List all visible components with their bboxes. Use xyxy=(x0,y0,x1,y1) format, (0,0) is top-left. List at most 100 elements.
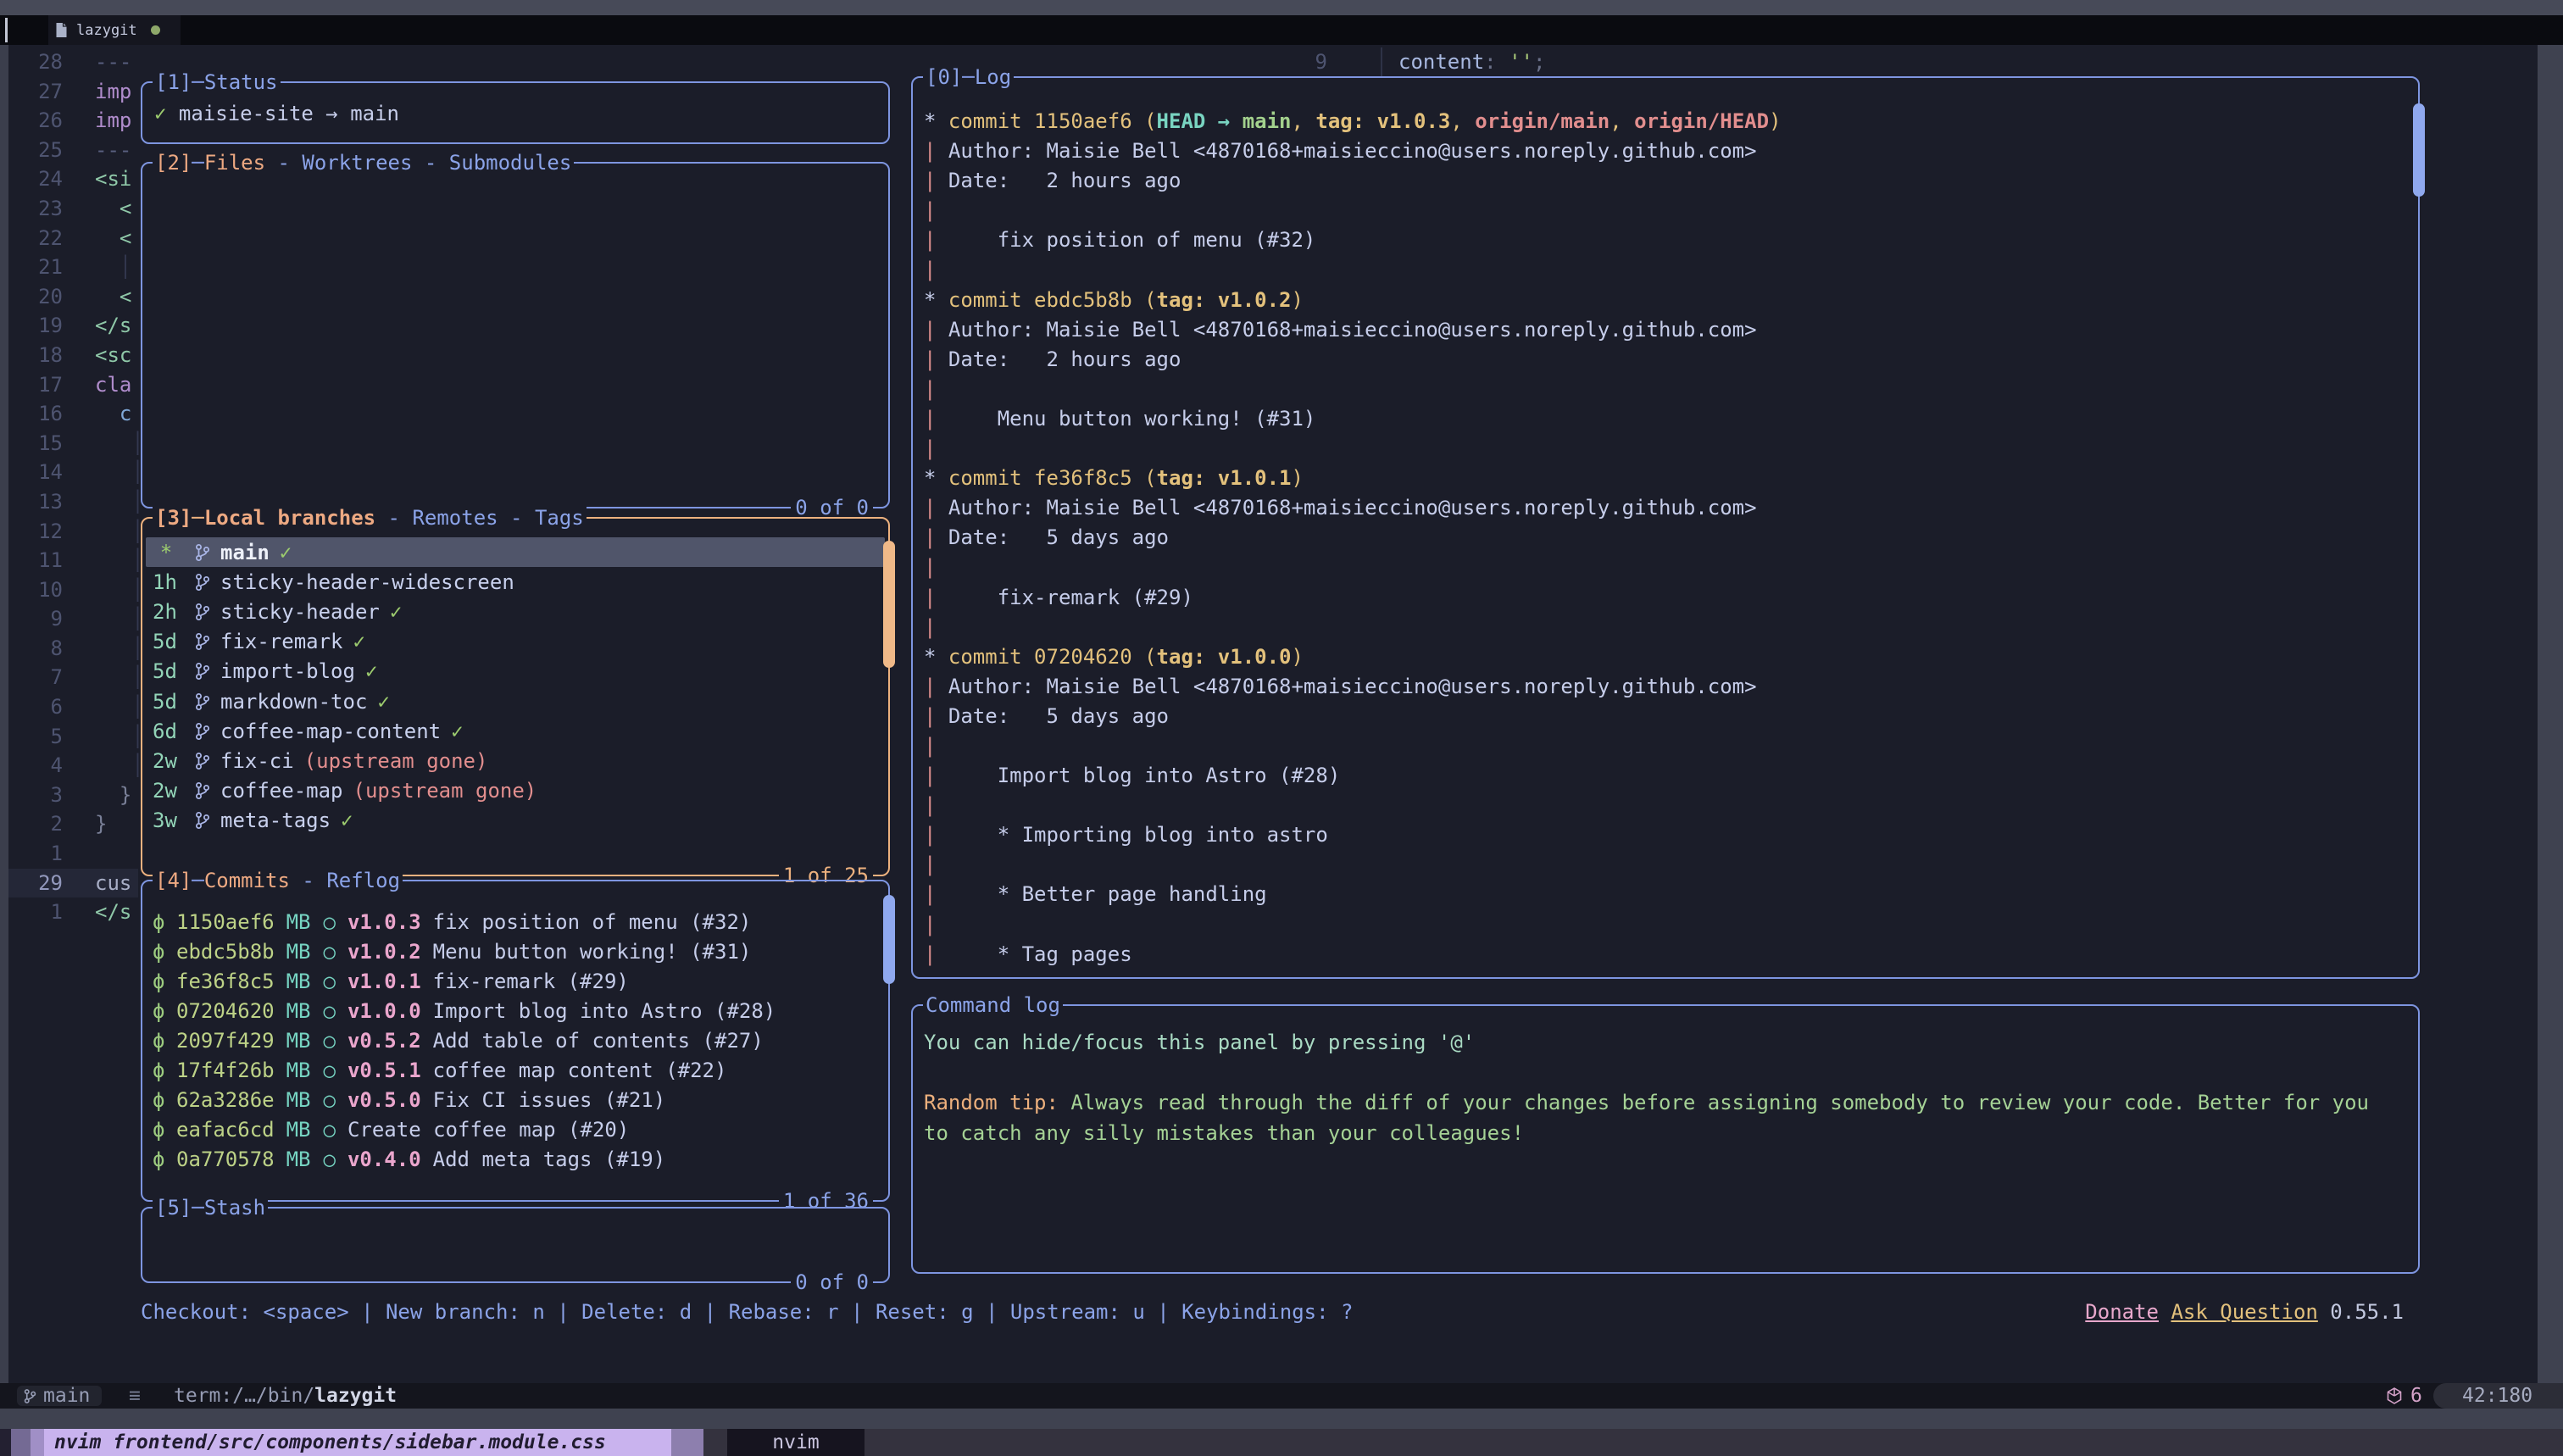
tmux-window-nvim[interactable]: nvim xyxy=(727,1429,865,1456)
commit-row[interactable]: ϕ 0a770578 MB ○ v0.4.0 Add meta tags (#1… xyxy=(146,1145,885,1175)
line-number: 5 xyxy=(8,722,63,752)
commit-status-icon: ○ xyxy=(324,1118,336,1142)
log-line: | Date: 2 hours ago xyxy=(924,345,1782,375)
commit-row[interactable]: ϕ eafac6cd MB ○ Create coffee map (#20) xyxy=(146,1115,885,1145)
commit-hash: 62a3286e xyxy=(176,1088,275,1112)
statusline-path-dim: term:/…/bin/ xyxy=(174,1385,314,1407)
line-number: 1 xyxy=(8,897,63,927)
commit-row[interactable]: ϕ ebdc5b8b MB ○ v1.0.2 Menu button worki… xyxy=(146,936,885,966)
line-code: │ xyxy=(95,253,131,282)
repo-status: ✓ maisie-site → main xyxy=(154,102,399,125)
commit-row[interactable]: ϕ 17f4f26b MB ○ v0.5.1 coffee map conten… xyxy=(146,1055,885,1085)
line-number: 17 xyxy=(8,370,63,400)
commit-author-initials: MB xyxy=(286,1059,311,1082)
log-panel-title[interactable]: [0]─Log xyxy=(923,64,1014,90)
line-code: │ xyxy=(95,487,144,517)
files-panel-title[interactable]: [2]─Files - Worktrees - Submodules xyxy=(153,150,574,175)
commit-tag: v1.0.0 xyxy=(347,999,421,1023)
files-panel[interactable]: [2]─Files - Worktrees - Submodules 0 of … xyxy=(141,162,890,508)
line-number: 20 xyxy=(8,282,63,312)
branch-row[interactable]: 2w fix-ci (upstream gone) xyxy=(146,746,885,775)
git-log: * commit 1150aef6 (HEAD → main, tag: v1.… xyxy=(924,107,1782,970)
commit-status-icon: ○ xyxy=(324,1088,336,1112)
window-top-strip xyxy=(0,0,2563,15)
log-line: | xyxy=(924,791,1782,820)
branch-row[interactable]: 6d coffee-map-content ✓ xyxy=(146,716,885,746)
tab-lazygit[interactable]: lazygit xyxy=(48,15,181,45)
branches-scrollbar[interactable] xyxy=(883,541,895,668)
commits-scrollbar[interactable] xyxy=(883,895,895,984)
command-log-panel[interactable]: Command log You can hide/focus this pane… xyxy=(911,1004,2420,1274)
branch-row[interactable]: 5d fix-remark ✓ xyxy=(146,627,885,657)
line-number: 16 xyxy=(8,399,63,429)
commit-author-initials: MB xyxy=(286,1118,311,1142)
commit-row[interactable]: ϕ 07204620 MB ○ v1.0.0 Import blog into … xyxy=(146,996,885,1025)
commit-hash: fe36f8c5 xyxy=(176,970,275,993)
stash-panel-title[interactable]: [5]─Stash xyxy=(153,1195,268,1220)
log-line: | fix position of menu (#32) xyxy=(924,225,1782,255)
branch-row[interactable]: 2h sticky-header ✓ xyxy=(146,597,885,626)
cursor-position: 42:180 xyxy=(2433,1383,2563,1409)
branch-row[interactable]: 5d import-blog ✓ xyxy=(146,657,885,686)
git-branch-icon xyxy=(195,722,210,741)
status-panel[interactable]: [1]─Status ✓ maisie-site → main xyxy=(141,81,890,144)
statusline-path: term:/…/bin/lazygit xyxy=(174,1383,397,1409)
log-line: | Author: Maisie Bell <4870168+maisiecci… xyxy=(924,136,1782,166)
git-branch-icon xyxy=(24,1388,36,1404)
command-log-title[interactable]: Command log xyxy=(923,992,1063,1018)
status-panel-title[interactable]: [1]─Status xyxy=(153,69,281,95)
branch-upstream-gone: (upstream gone) xyxy=(353,779,537,803)
branch-name: meta-tags xyxy=(220,809,331,832)
branches-panel[interactable]: [3]─Local branches - Remotes - Tags * ma… xyxy=(141,517,890,876)
branch-row[interactable]: * main ✓ xyxy=(146,537,885,567)
window-separator xyxy=(1381,47,1382,77)
line-code: │ xyxy=(95,575,144,605)
branch-row[interactable]: 5d markdown-toc ✓ xyxy=(146,686,885,716)
commit-row[interactable]: ϕ fe36f8c5 MB ○ v1.0.1 fix-remark (#29) xyxy=(146,966,885,996)
git-branch-icon xyxy=(195,573,210,592)
line-number: 3 xyxy=(8,781,63,810)
modified-dot-icon xyxy=(151,25,160,35)
line-number: 27 xyxy=(8,77,63,107)
log-line: | xyxy=(924,613,1782,642)
plugin-count: 6 xyxy=(2410,1385,2422,1407)
line-number: 9 xyxy=(8,604,63,634)
branch-row[interactable]: 2w coffee-map (upstream gone) xyxy=(146,776,885,806)
tmux-session-title: nvim frontend/src/components/sidebar.mod… xyxy=(44,1429,671,1456)
lazygit-footer[interactable]: Donate Ask Question 0.55.1 xyxy=(2085,1298,2404,1325)
commit-row[interactable]: ϕ 62a3286e MB ○ v0.5.0 Fix CI issues (#2… xyxy=(146,1086,885,1115)
commit-row[interactable]: ϕ 1150aef6 MB ○ v1.0.3 fix position of m… xyxy=(146,907,885,936)
line-code: │ xyxy=(95,604,144,634)
line-code: imp xyxy=(95,106,131,136)
commit-tag: v1.0.1 xyxy=(347,970,421,993)
line-number: 7 xyxy=(8,663,63,692)
branch-row[interactable]: 3w meta-tags ✓ xyxy=(146,806,885,836)
log-panel[interactable]: [0]─Log * commit 1150aef6 (HEAD → main, … xyxy=(911,76,2420,979)
commit-status-icon: ○ xyxy=(324,999,336,1023)
commits-panel-title[interactable]: [4]─Commits - Reflog xyxy=(153,868,403,893)
line-code: <sc xyxy=(95,341,131,370)
branch-name: fix-ci xyxy=(220,749,294,773)
tmux-accent-1 xyxy=(0,1429,11,1456)
statusline-gap xyxy=(0,1409,2563,1429)
log-scrollbar[interactable] xyxy=(2413,103,2425,197)
branch-check-icon: ✓ xyxy=(353,630,365,653)
commit-hash: 1150aef6 xyxy=(176,910,275,934)
branch-row[interactable]: 1h sticky-header-widescreen xyxy=(146,567,885,597)
line-number: 6 xyxy=(8,692,63,722)
line-code: imp xyxy=(95,77,131,107)
commit-tag: v0.4.0 xyxy=(347,1148,421,1171)
log-line: | Author: Maisie Bell <4870168+maisiecci… xyxy=(924,315,1782,345)
commit-status-icon: ○ xyxy=(324,1029,336,1053)
branch-check-icon: ✓ xyxy=(390,600,402,624)
line-code: │ xyxy=(95,546,144,575)
commit-node-icon: ϕ xyxy=(153,1118,168,1142)
branches-panel-title[interactable]: [3]─Local branches - Remotes - Tags xyxy=(153,505,587,531)
git-branch-icon xyxy=(195,632,210,651)
commit-row[interactable]: ϕ 2097f429 MB ○ v0.5.2 Add table of cont… xyxy=(146,1025,885,1055)
stash-panel[interactable]: [5]─Stash 0 of 0 xyxy=(141,1207,890,1283)
statusline-plugins: 6 xyxy=(2387,1383,2422,1409)
right-split-line-number: 9 xyxy=(1271,47,1327,77)
line-number: 25 xyxy=(8,136,63,165)
commits-panel[interactable]: [4]─Commits - Reflog ϕ 1150aef6 MB ○ v1.… xyxy=(141,880,890,1202)
